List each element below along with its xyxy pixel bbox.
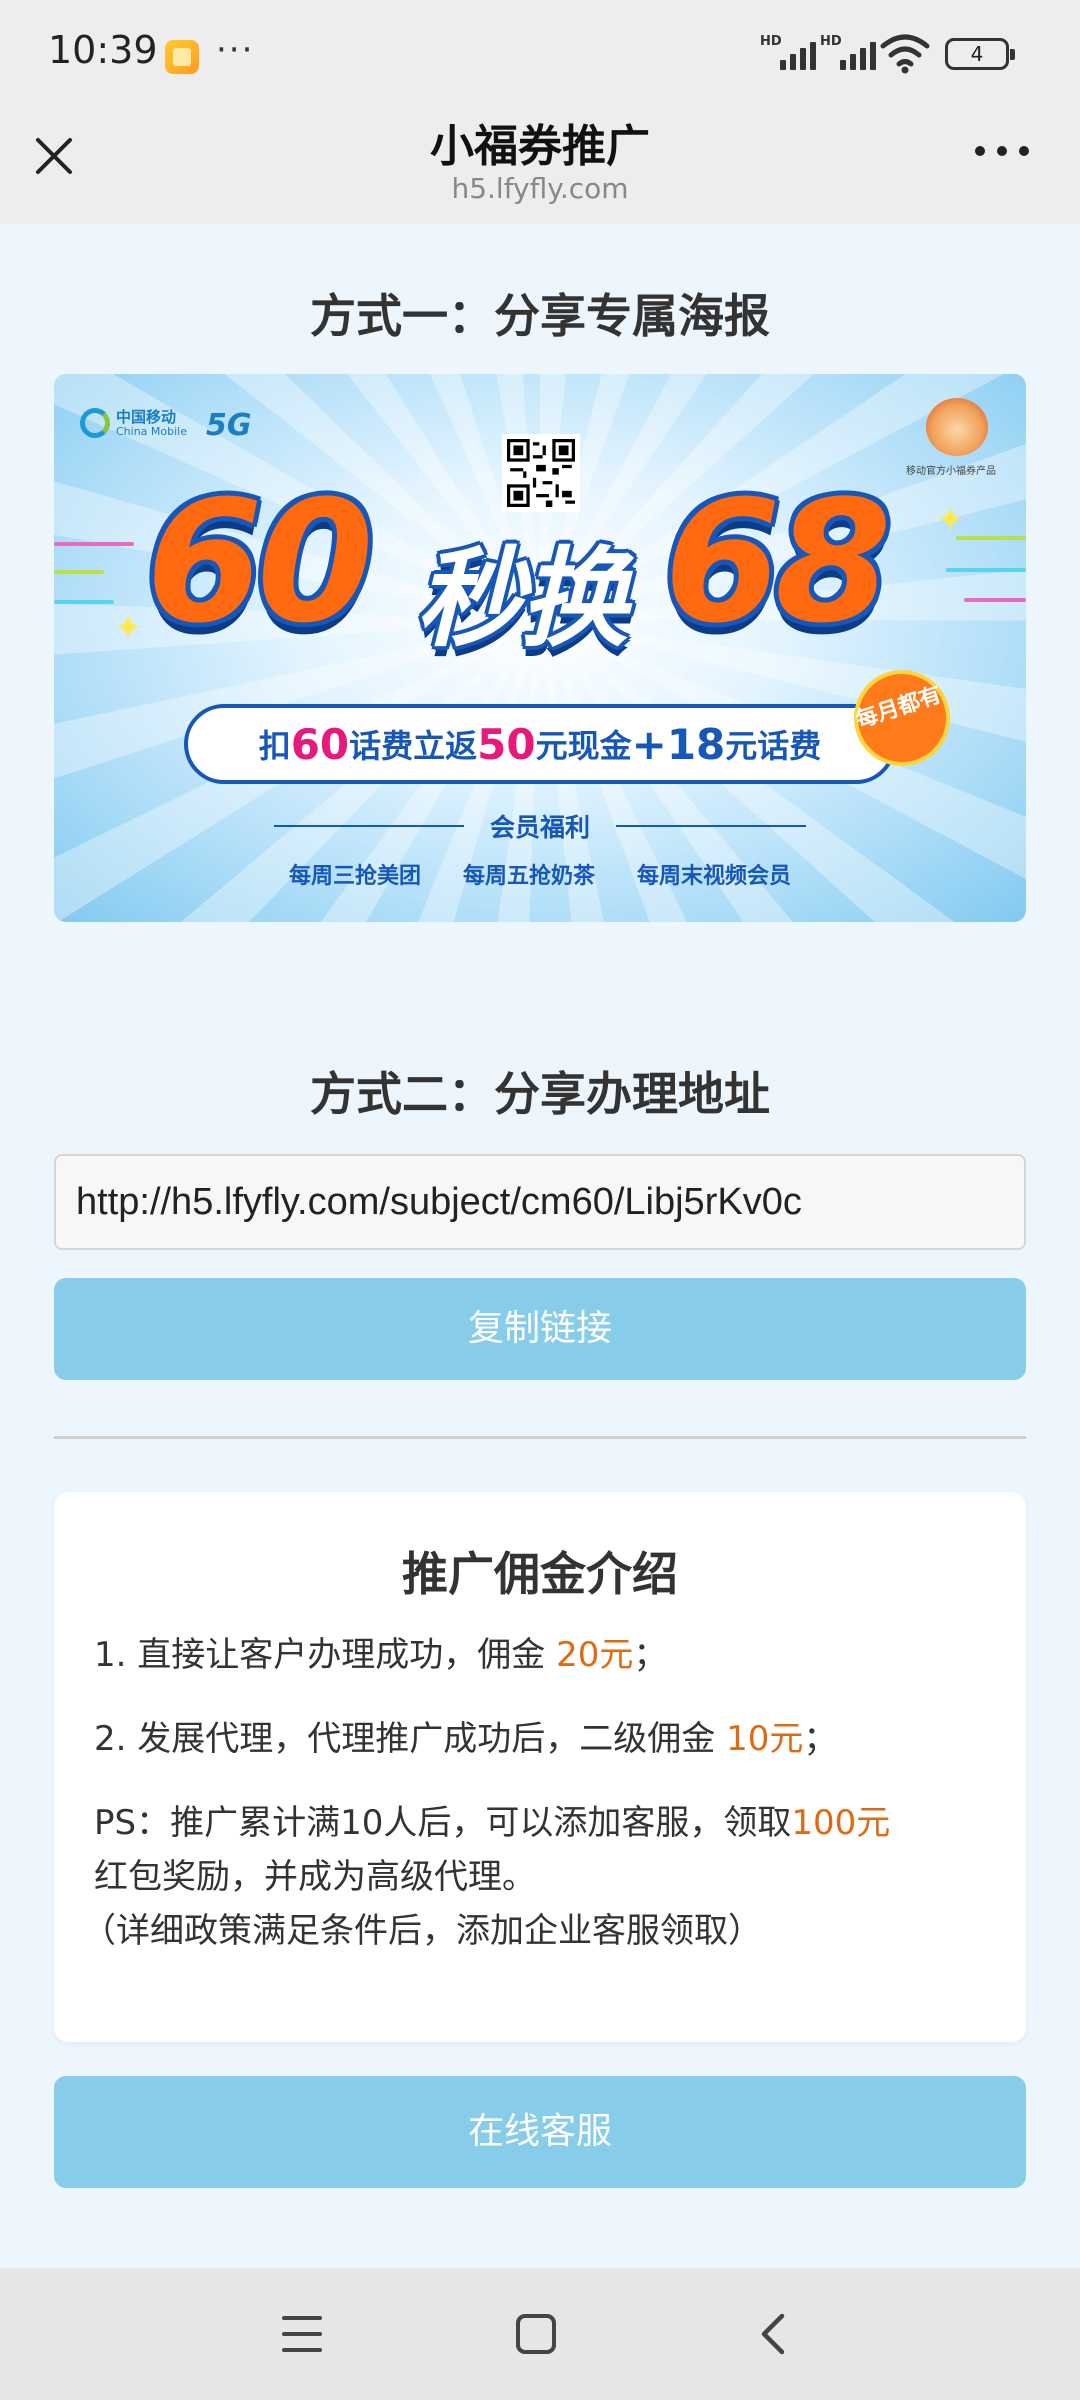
benefit-item: 每周五抢奶茶 bbox=[462, 864, 595, 889]
copy-link-button[interactable]: 复制链接 bbox=[54, 1278, 1026, 1380]
title-bar: 小福券推广 h5.lfyfly.com bbox=[0, 100, 1080, 224]
back-icon[interactable] bbox=[752, 2312, 796, 2356]
wifi-icon bbox=[880, 34, 930, 74]
section-title-url: 方式二：分享办理地址 bbox=[310, 1067, 770, 1121]
battery-level: 4 bbox=[970, 42, 984, 66]
commission-title: 推广佣金介绍 bbox=[402, 1547, 678, 1601]
promo-offer-pill: 扣 60 话费立返 50 元现金 +18 元话费 bbox=[184, 704, 896, 784]
mascot-caption: 移动官方小福券产品 bbox=[906, 466, 996, 477]
online-support-button[interactable]: 在线客服 bbox=[54, 2076, 1026, 2188]
section-title-poster: 方式一：分享专属海报 bbox=[310, 289, 770, 343]
sparkle-icon: ✦ bbox=[114, 608, 143, 648]
status-overflow-icon: ··· bbox=[216, 30, 255, 70]
divider bbox=[616, 825, 806, 827]
benefit-item: 每周三抢美团 bbox=[288, 864, 421, 889]
commission-ps: PS：推广累计满10人后，可以添加客服，领取100元 bbox=[94, 1803, 891, 1843]
status-bar: 10:39 ··· HD HD 4 bbox=[0, 0, 1080, 100]
notification-app-icon bbox=[165, 40, 199, 74]
menu-icon[interactable] bbox=[282, 2316, 322, 2352]
benefit-list: 每周三抢美团 每周五抢奶茶 每周末视频会员 bbox=[54, 858, 1026, 890]
headline-number-left: 60 bbox=[146, 464, 374, 660]
commission-line-2: 2. 发展代理，代理推广成功后，二级佣金 10元； bbox=[94, 1719, 838, 1759]
page-url: h5.lfyfly.com bbox=[451, 172, 629, 205]
system-nav-bar bbox=[0, 2268, 1080, 2400]
qr-code-image bbox=[502, 434, 580, 512]
commission-ps-line-2: 红包奖励，并成为高级代理。 bbox=[94, 1857, 536, 1897]
commission-ps-line-3: （详细政策满足条件后，添加企业客服领取） bbox=[82, 1911, 762, 1951]
benefit-title: 会员福利 bbox=[489, 813, 590, 842]
benefit-item: 每周末视频会员 bbox=[637, 864, 792, 889]
divider bbox=[54, 1436, 1026, 1439]
page-title: 小福券推广 bbox=[430, 121, 650, 172]
mascot-icon bbox=[926, 398, 988, 456]
share-url-field[interactable]: http://h5.lfyfly.com/subject/cm60/Libj5r… bbox=[54, 1154, 1026, 1250]
sparkle-icon: ✦ bbox=[936, 500, 965, 540]
commission-card: 推广佣金介绍 1. 直接让客户办理成功，佣金 20元； 2. 发展代理，代理推广… bbox=[54, 1492, 1026, 2042]
signal-icon: HD bbox=[820, 34, 876, 70]
headline-text: 秒换 bbox=[416, 537, 628, 662]
signal-icon: HD bbox=[760, 34, 816, 70]
commission-line-1: 1. 直接让客户办理成功，佣金 20元； bbox=[94, 1635, 668, 1675]
more-icon[interactable] bbox=[975, 146, 1035, 166]
china-mobile-logo: 中国移动 China Mobile bbox=[80, 408, 187, 438]
5g-badge: 5G bbox=[206, 408, 252, 443]
headline-number-right: 68 bbox=[664, 464, 892, 660]
signal-hd-label: HD bbox=[760, 34, 782, 49]
promo-poster[interactable]: ✦ ✦ 中国移动 China Mobile 5G 移动官方小福券产品 60 秒换… bbox=[54, 374, 1026, 922]
status-time: 10:39 bbox=[48, 28, 158, 72]
battery-icon: 4 bbox=[945, 38, 1015, 70]
home-icon[interactable] bbox=[516, 2314, 556, 2354]
signal-hd-label: HD bbox=[820, 34, 842, 49]
